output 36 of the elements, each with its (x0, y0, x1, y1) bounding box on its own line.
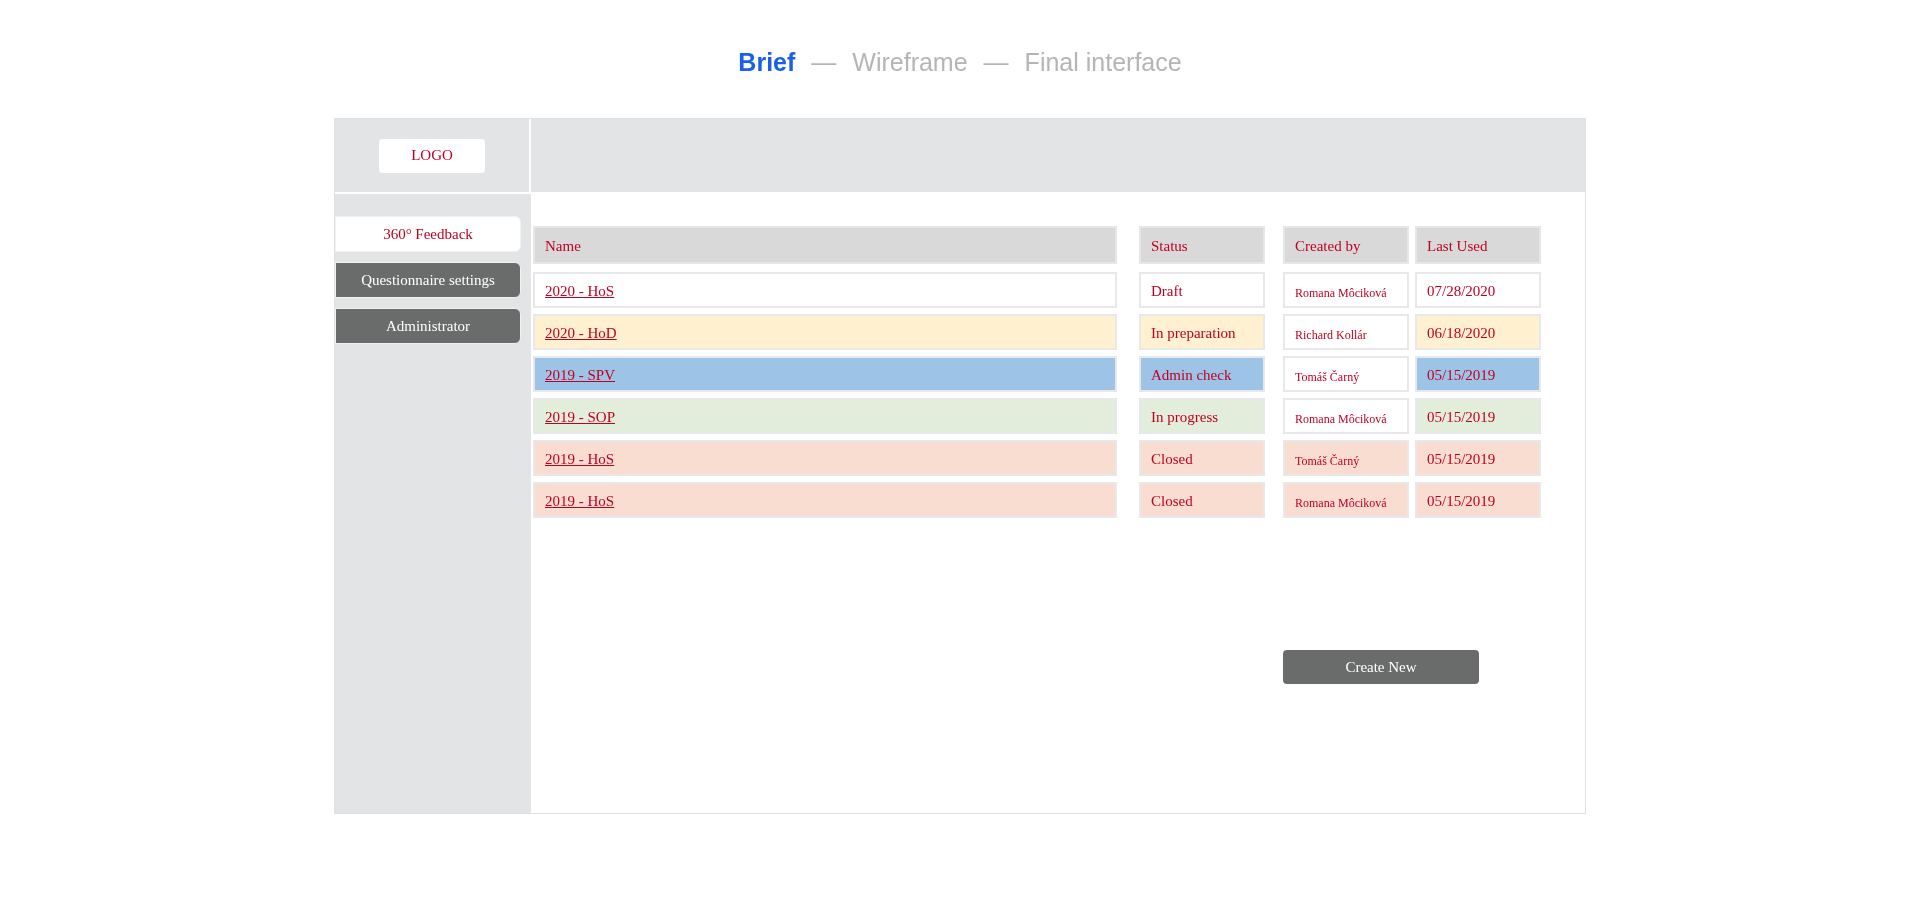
column-header: Status (1139, 226, 1265, 264)
questionnaire-link[interactable]: 2020 - HoD (545, 321, 617, 344)
creator-cell: Tomáš Čarný (1283, 440, 1409, 476)
step-separator: — (983, 47, 1009, 78)
status-cell: Draft (1139, 272, 1265, 308)
creator-cell: Richard Kollár (1283, 314, 1409, 350)
step-tab[interactable]: Brief (738, 44, 796, 82)
column-header: Name (533, 226, 1117, 264)
status-cell: In preparation (1139, 314, 1265, 350)
date-cell: 05/15/2019 (1415, 398, 1541, 434)
date-cell: 05/15/2019 (1415, 482, 1541, 518)
create-new-button[interactable]: Create New (1283, 650, 1479, 684)
creator-cell: Romana Môciková (1283, 482, 1409, 518)
column-header: Last Used (1415, 226, 1541, 264)
logo: LOGO (379, 138, 485, 173)
questionnaire-link[interactable]: 2019 - SOP (545, 405, 615, 428)
status-cell: Admin check (1139, 356, 1265, 392)
sidebar-item[interactable]: 360° Feedback (335, 216, 521, 252)
sidebar-item[interactable]: Questionnaire settings (335, 262, 521, 298)
status-cell: In progress (1139, 398, 1265, 434)
questionnaire-link[interactable]: 2019 - HoS (545, 447, 615, 470)
status-cell: Closed (1139, 482, 1265, 518)
creator-cell: Romana Môciková (1283, 272, 1409, 308)
questionnaire-link[interactable]: 2019 - SPV (545, 363, 615, 386)
status-cell: Closed (1139, 440, 1265, 476)
date-cell: 05/15/2019 (1415, 356, 1541, 392)
date-cell: 07/28/2020 (1415, 272, 1541, 308)
creator-cell: Tomáš Čarný (1283, 356, 1409, 392)
questionnaire-link[interactable]: 2020 - HoS (545, 279, 615, 302)
date-cell: 06/18/2020 (1415, 314, 1541, 350)
sidebar-item[interactable]: Administrator (335, 308, 521, 344)
date-cell: 05/15/2019 (1415, 440, 1541, 476)
creator-cell: Romana Môciková (1283, 398, 1409, 434)
column-header: Created by (1283, 226, 1409, 264)
questionnaire-link[interactable]: 2019 - HoS (545, 489, 615, 512)
step-separator: — (811, 47, 837, 78)
